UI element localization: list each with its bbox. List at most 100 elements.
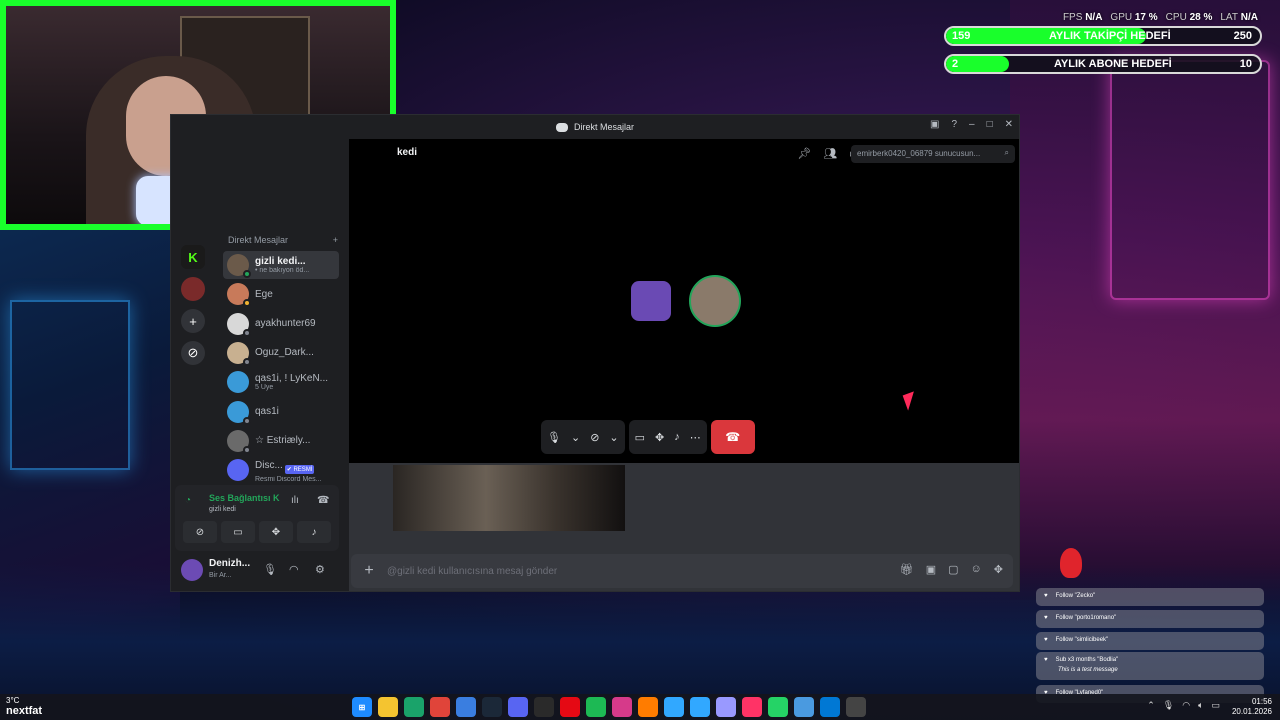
microphone-icon[interactable]: 🎙︎	[547, 431, 561, 444]
inbox-icon[interactable]: ▣	[930, 119, 939, 130]
emoji-icon[interactable]: ☺	[971, 563, 982, 576]
obs-icon[interactable]	[846, 697, 866, 717]
microphone-icon[interactable]: 🎙︎	[263, 563, 277, 576]
add-server-icon[interactable]: +	[181, 309, 205, 333]
fps-label: FPS	[1062, 12, 1083, 23]
illustrator-icon[interactable]	[638, 697, 658, 717]
minimize-button[interactable]: –	[969, 119, 975, 130]
start-icon[interactable]: ⊞	[352, 697, 372, 717]
microphone-icon[interactable]: 🎙︎	[1163, 700, 1174, 711]
goal-target: 10	[1239, 58, 1252, 70]
dm-item[interactable]: Ege	[223, 280, 339, 308]
video-thumbnail[interactable]	[393, 465, 625, 531]
heart-icon: ♥	[1044, 637, 1048, 643]
headphones-icon[interactable]: ◠	[289, 563, 299, 576]
sticker-icon[interactable]: ▢	[948, 563, 958, 576]
new-dm-button[interactable]: +	[333, 235, 338, 245]
message-input[interactable]: + @gizli kedi kullanıcısına mesaj gönder…	[351, 554, 1013, 588]
dm-subtitle: Resmi Discord Mes...	[255, 475, 322, 483]
call-area: kedi 📌︎ 👥︎ ◉ emirberk0420_06879 sunucusu…	[349, 139, 1019, 463]
participant-avatar[interactable]	[689, 275, 741, 327]
apps-icon[interactable]: ✥	[994, 563, 1003, 576]
screen-share-button[interactable]: ▭	[221, 521, 255, 543]
chevron-down-icon[interactable]: ⌄	[571, 431, 580, 444]
activities-button[interactable]: ✥	[259, 521, 293, 543]
photoshop-icon[interactable]	[664, 697, 684, 717]
whatsapp-icon[interactable]	[768, 697, 788, 717]
soundboard-icon[interactable]: ♪	[674, 431, 680, 443]
avatar[interactable]	[181, 559, 203, 581]
store-icon[interactable]	[456, 697, 476, 717]
gift-icon[interactable]: 🎁︎	[900, 563, 914, 576]
steam-icon[interactable]	[482, 697, 502, 717]
indesign-icon[interactable]	[742, 697, 762, 717]
wifi-icon[interactable]: ◠	[1182, 700, 1190, 711]
help-icon[interactable]: ?	[951, 119, 957, 130]
camera-off-icon[interactable]: ⊘	[590, 431, 599, 444]
system-tray: ⌃ 🎙︎ ◠ 🔈︎ ▭	[1147, 700, 1220, 711]
weather-app-icon[interactable]	[794, 697, 814, 717]
discover-icon[interactable]: ⊘	[181, 341, 205, 365]
premiere-icon[interactable]	[716, 697, 736, 717]
gear-icon[interactable]: ⚙	[315, 563, 325, 576]
server-avatar-icon[interactable]	[181, 277, 205, 301]
clock[interactable]: 01:56 20.01.2026	[1232, 697, 1272, 717]
dm-item[interactable]: ayakhunter69	[223, 310, 339, 338]
edge-icon[interactable]	[404, 697, 424, 717]
maximize-button[interactable]: □	[987, 119, 993, 130]
screen-share-icon[interactable]: ▭	[635, 431, 645, 444]
dm-item[interactable]: Oguz_Dark...	[223, 339, 339, 367]
noise-suppression-icon[interactable]: ılı	[291, 495, 299, 506]
gpu-label: GPU	[1110, 12, 1133, 23]
gif-icon[interactable]: ▣	[926, 563, 936, 576]
add-member-icon[interactable]: 👥︎	[823, 147, 837, 160]
dm-item[interactable]: qas1i	[223, 398, 339, 426]
discord-window: Direkt Mesajlar ▣ ? – □ ✕ K + ⊘ Direkt M…	[170, 114, 1020, 592]
file-explorer-icon[interactable]	[378, 697, 398, 717]
soundboard-button[interactable]: ♪	[297, 521, 331, 543]
dm-item[interactable]: qas1i, ! LyKeN... 5 Üye	[223, 368, 339, 396]
dm-item[interactable]: Disc... ✔ RESMİ Resmi Discord Mes...	[223, 456, 339, 484]
voice-status[interactable]: Ses Bağlantısı K	[209, 493, 280, 503]
instagram-icon[interactable]	[612, 697, 632, 717]
status-indicator	[243, 328, 251, 337]
performance-stats: FPS N/A GPU 17 % CPU 28 % LAT N/A	[1063, 12, 1258, 23]
voice-channel[interactable]: gizli kedi	[209, 506, 236, 513]
server-kick-icon[interactable]: K	[181, 245, 205, 269]
close-button[interactable]: ✕	[1005, 119, 1013, 130]
discord-icon[interactable]	[508, 697, 528, 717]
follower-goal-bar: 159 AYLIK TAKİPÇİ HEDEFİ 250	[944, 26, 1262, 46]
disconnect-icon[interactable]: ☎	[317, 495, 329, 506]
user-status: Bir Ar...	[209, 572, 232, 579]
activities-icon[interactable]: ✥	[655, 431, 664, 444]
audio-video-controls: 🎙︎ ⌄ ⊘ ⌄	[541, 420, 625, 454]
spotify-icon[interactable]	[586, 697, 606, 717]
lightroom-icon[interactable]	[690, 697, 710, 717]
chrome-icon[interactable]	[430, 697, 450, 717]
more-icon[interactable]: ⋯	[690, 431, 701, 444]
epic-icon[interactable]	[534, 697, 554, 717]
camera-off-button[interactable]: ⊘	[183, 521, 217, 543]
user-name[interactable]: Denizh...	[209, 558, 250, 569]
dm-item[interactable]: gizli kedi... • ne bakıyon öd...	[223, 251, 339, 279]
chevron-down-icon[interactable]: ⌄	[609, 431, 618, 444]
dm-item[interactable]: ☆ Estriæly...	[223, 427, 339, 455]
event-item: ♥ Follow "Zecko"	[1036, 588, 1264, 606]
netflix-icon[interactable]	[560, 697, 580, 717]
search-input[interactable]: emirberk0420_06879 sunucusun... ⌕	[851, 145, 1015, 163]
pin-icon[interactable]: 📌︎	[797, 147, 811, 160]
discord-logo-icon	[555, 122, 568, 132]
chevron-up-icon[interactable]: ⌃	[1147, 700, 1155, 711]
goal-target: 250	[1233, 30, 1252, 42]
disconnect-button[interactable]: ☎	[710, 420, 755, 454]
volume-icon[interactable]: 🔈︎	[1198, 700, 1203, 711]
battery-icon[interactable]: ▭	[1211, 700, 1220, 711]
add-attachment-icon[interactable]: +	[351, 562, 387, 580]
participant-avatar[interactable]	[631, 281, 671, 321]
dm-name: Ege	[255, 288, 273, 300]
dm-name: qas1i	[255, 406, 279, 417]
outlook-icon[interactable]	[820, 697, 840, 717]
dm-header-label: Direkt Mesajlar	[228, 235, 289, 245]
goal-current: 159	[952, 30, 971, 42]
weather-widget[interactable]: 3°C nextfat	[6, 696, 42, 717]
